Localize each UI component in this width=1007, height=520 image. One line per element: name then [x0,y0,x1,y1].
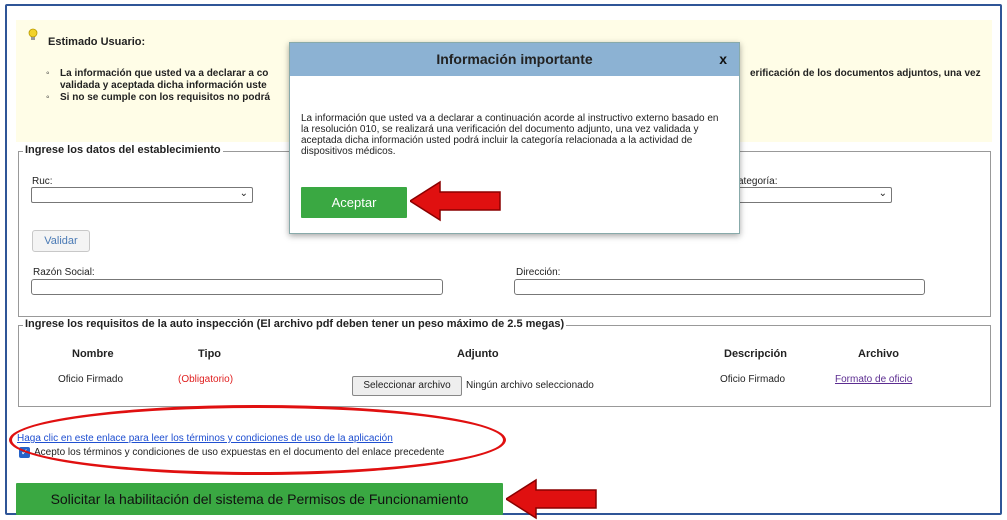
formato-oficio-link[interactable]: Formato de oficio [835,374,912,385]
header-tipo: Tipo [198,348,222,360]
modal-title: Información importante [436,51,593,67]
categoria-label: ategoría: [738,176,778,187]
close-icon[interactable]: x [719,51,727,67]
annotation-arrow-accept [410,180,501,222]
annotation-arrow-submit [506,478,597,520]
direccion-input[interactable] [514,279,925,295]
establishment-legend: Ingrese los datos del establecimiento [23,144,223,156]
notice-item-2-text: Si no se cumple con los requisitos no po… [60,92,271,103]
requirements-legend: Ingrese los requisitos de la auto inspec… [23,318,567,330]
header-adjunto: Adjunto [457,348,499,360]
razon-social-input[interactable] [31,279,443,295]
lightbulb-icon [28,28,38,45]
accept-button[interactable]: Aceptar [301,187,407,218]
chevron-down-icon: ⌄ [239,188,248,199]
ruc-label: Ruc: [32,176,53,187]
razon-social-label: Razón Social: [33,267,95,278]
chevron-down-icon: ⌄ [878,188,887,199]
categoria-select[interactable]: ⌄ [738,187,892,203]
direccion-label: Dirección: [516,267,561,278]
validar-button[interactable]: Validar [32,230,90,252]
notice-greeting: Estimado Usuario: [48,36,146,48]
row-descripcion: Oficio Firmado [720,374,786,385]
ruc-select[interactable]: ⌄ [31,187,253,203]
notice-item-1-text: La información que usted va a declarar a… [60,68,269,79]
header-nombre: Nombre [72,348,114,360]
modal-body: La información que usted va a declarar a… [301,113,719,157]
file-status: Ningún archivo seleccionado [466,380,594,391]
submit-request-button[interactable]: Solicitar la habilitación del sistema de… [16,483,503,515]
row-nombre: Oficio Firmado [58,374,124,385]
requirements-fieldset: Ingrese los requisitos de la auto inspec… [18,318,991,407]
row-tipo: (Obligatorio) [178,374,234,385]
notice-item-1-line2: validada y aceptada dicha información us… [60,80,267,91]
notice-item-1-right: erificación de los documentos adjuntos, … [750,68,981,79]
header-descripcion: Descripción [724,348,787,360]
info-modal: Información importante x La información … [289,42,740,234]
annotation-ellipse [9,405,506,475]
select-file-button[interactable]: Seleccionar archivo [352,376,462,396]
header-archivo: Archivo [858,348,899,360]
